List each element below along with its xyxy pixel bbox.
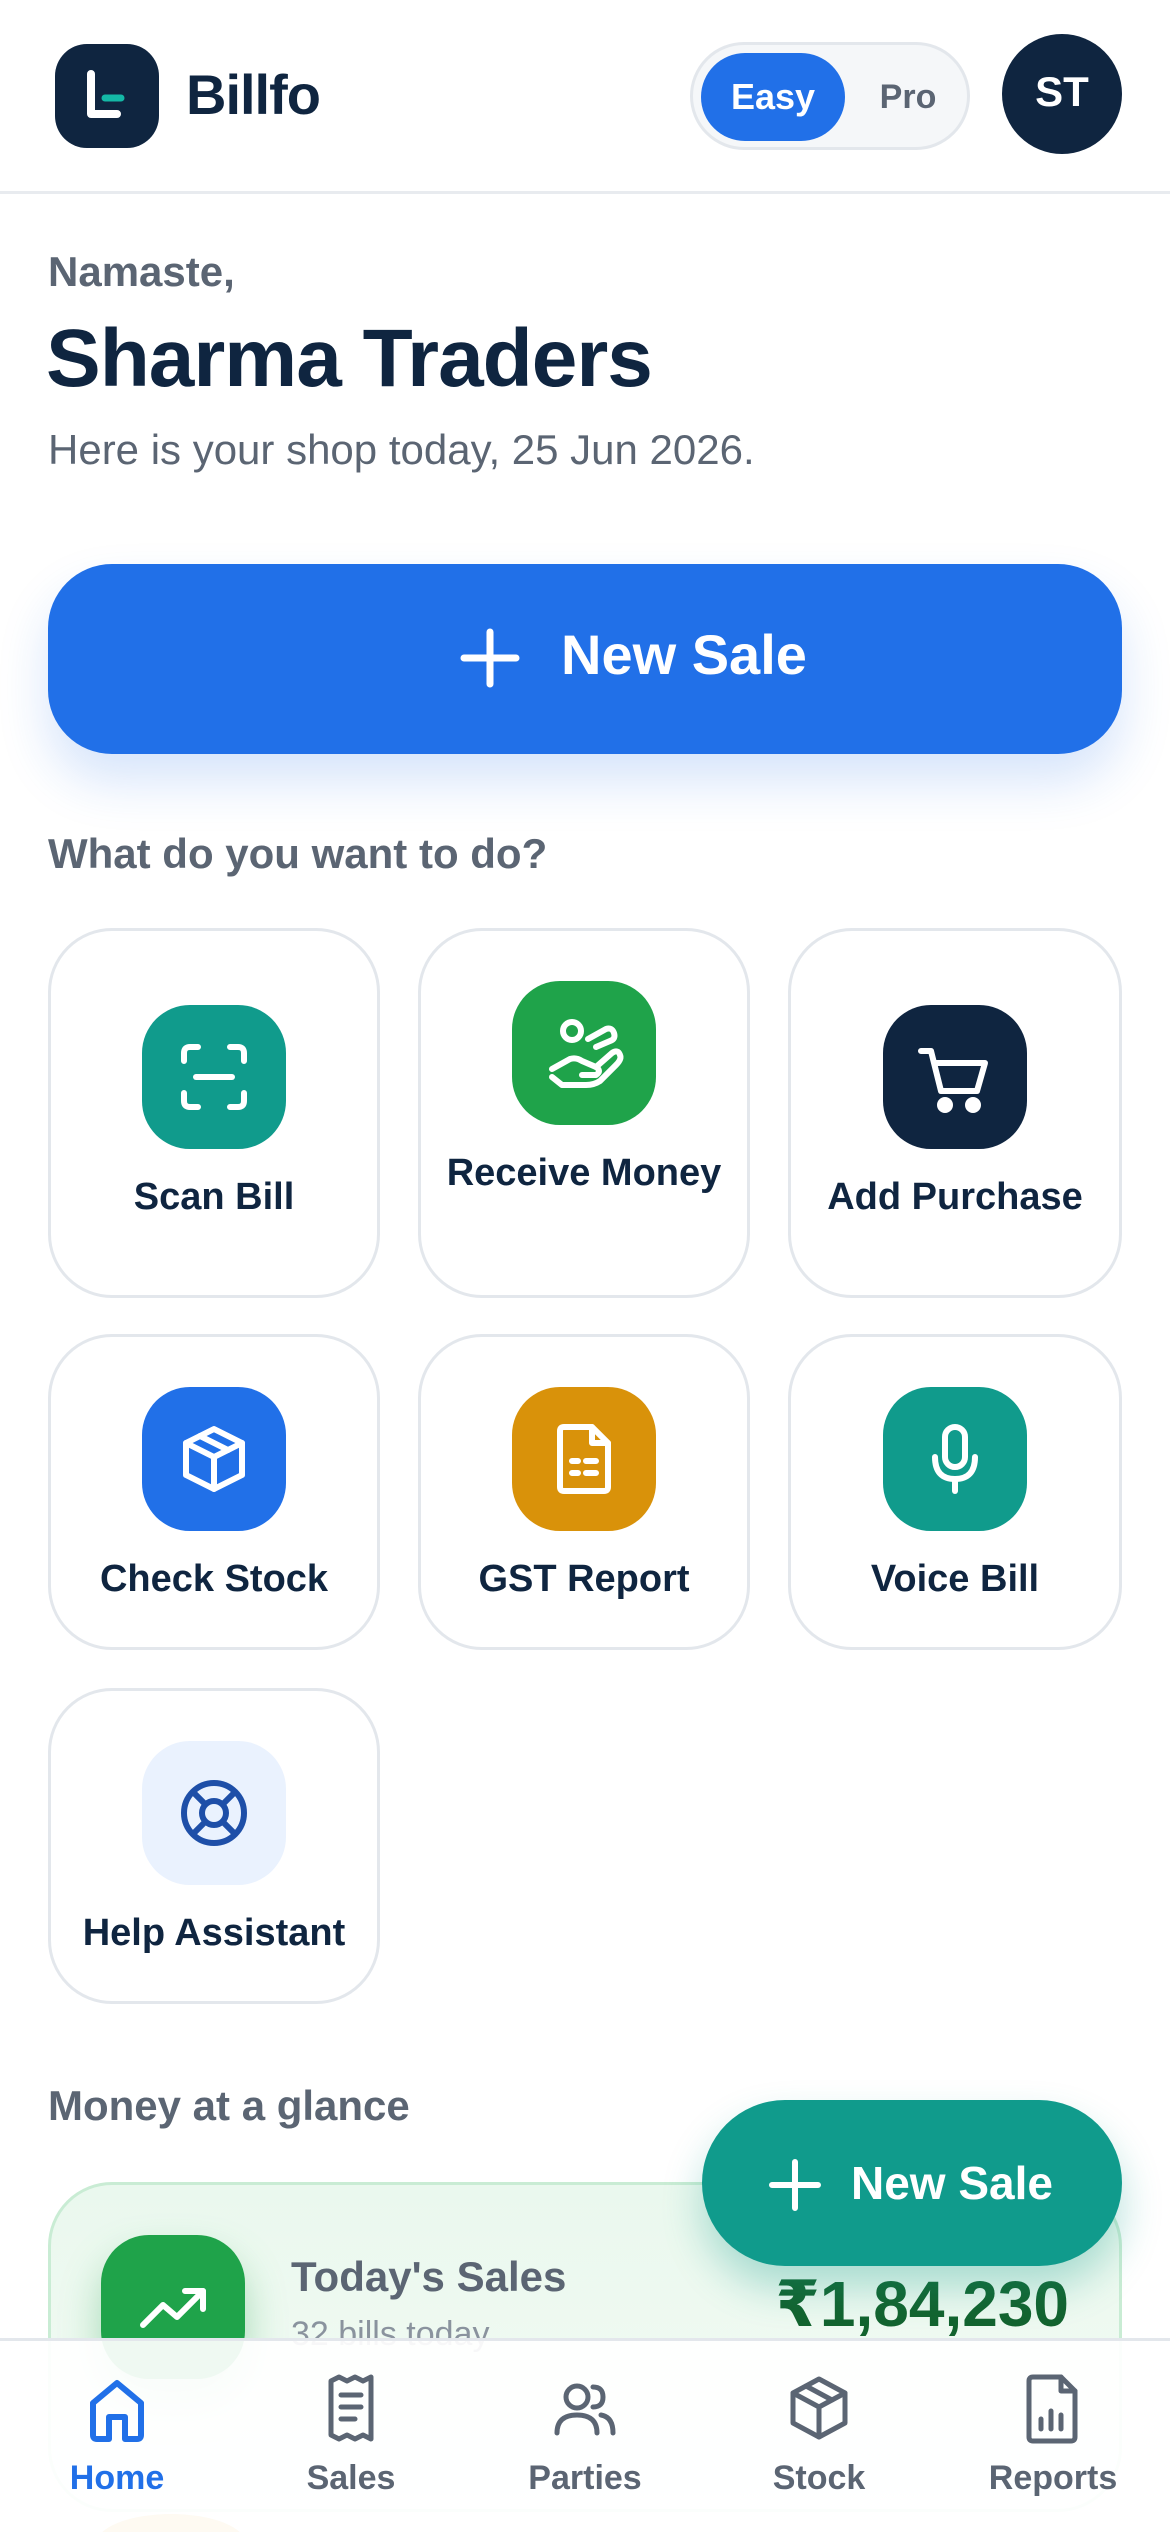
action-add-purchase[interactable]: Add Purchase xyxy=(788,928,1122,1298)
plus-icon xyxy=(769,2159,821,2211)
action-voice-bill[interactable]: Voice Bill xyxy=(788,1334,1122,1650)
lifebuoy-icon xyxy=(142,1741,286,1885)
nav-label: Reports xyxy=(988,2459,1118,2497)
nav-reports[interactable]: Reports xyxy=(936,2341,1170,2532)
box-icon xyxy=(142,1387,286,1531)
greeting-subtitle: Here is your shop today, 25 Jun 2026. xyxy=(48,426,755,473)
new-sale-fab[interactable]: New Sale xyxy=(702,2100,1122,2266)
action-label: Receive Money xyxy=(446,1152,722,1194)
nav-sales[interactable]: Sales xyxy=(234,2341,468,2532)
logo-icon xyxy=(87,70,125,118)
action-label: Voice Bill xyxy=(870,1558,1040,1600)
mode-toggle[interactable]: Easy Pro xyxy=(690,42,970,150)
box-icon xyxy=(790,2376,848,2440)
new-sale-label: New Sale xyxy=(561,623,807,686)
new-sale-button[interactable]: New Sale xyxy=(48,564,1122,754)
greeting-salutation: Namaste, xyxy=(48,248,235,295)
action-label: Scan Bill xyxy=(133,1176,295,1218)
app-logo xyxy=(55,44,159,148)
brand-name: Billfo xyxy=(186,63,321,126)
action-label: Check Stock xyxy=(99,1558,329,1600)
money-title: Money at a glance xyxy=(48,2082,410,2129)
cart-icon xyxy=(883,1005,1027,1149)
users-icon xyxy=(554,2383,616,2436)
nav-parties[interactable]: Parties xyxy=(468,2341,702,2532)
report-icon xyxy=(1026,2374,1078,2444)
today-sales-label: Today's Sales xyxy=(291,2253,567,2300)
document-icon xyxy=(512,1387,656,1531)
app-header: Billfo Easy Pro ST xyxy=(0,0,1170,194)
mode-easy-button[interactable]: Easy xyxy=(701,53,845,141)
action-help-assistant[interactable]: Help Assistant xyxy=(48,1688,380,2004)
mode-pro-button[interactable]: Pro xyxy=(853,53,963,141)
shop-name: Sharma Traders xyxy=(46,313,653,404)
hand-money-icon xyxy=(512,981,656,1125)
microphone-icon xyxy=(883,1387,1027,1531)
bottom-nav: Home Sales Parties Stock Reports xyxy=(0,2338,1170,2532)
actions-title: What do you want to do? xyxy=(48,830,548,877)
home-icon xyxy=(90,2380,144,2442)
action-check-stock[interactable]: Check Stock xyxy=(48,1334,380,1650)
action-gst-report[interactable]: GST Report xyxy=(418,1334,750,1650)
plus-icon xyxy=(460,628,520,688)
nav-label: Sales xyxy=(306,2459,396,2497)
scan-icon xyxy=(142,1005,286,1149)
action-label: GST Report xyxy=(478,1558,690,1600)
action-label: Help Assistant xyxy=(82,1912,346,1954)
today-sales-value: ₹1,84,230 xyxy=(775,2268,1069,2340)
action-receive-money[interactable]: Receive Money xyxy=(418,928,750,1298)
action-label: Add Purchase xyxy=(827,1176,1083,1218)
nav-home[interactable]: Home xyxy=(0,2341,234,2532)
nav-stock[interactable]: Stock xyxy=(702,2341,936,2532)
fab-label: New Sale xyxy=(851,2157,1053,2209)
action-scan-bill[interactable]: Scan Bill xyxy=(48,928,380,1298)
receipt-icon xyxy=(328,2374,374,2442)
avatar[interactable]: ST xyxy=(1002,34,1122,154)
nav-label: Home xyxy=(69,2459,165,2497)
nav-label: Parties xyxy=(528,2459,642,2497)
nav-label: Stock xyxy=(772,2459,866,2497)
